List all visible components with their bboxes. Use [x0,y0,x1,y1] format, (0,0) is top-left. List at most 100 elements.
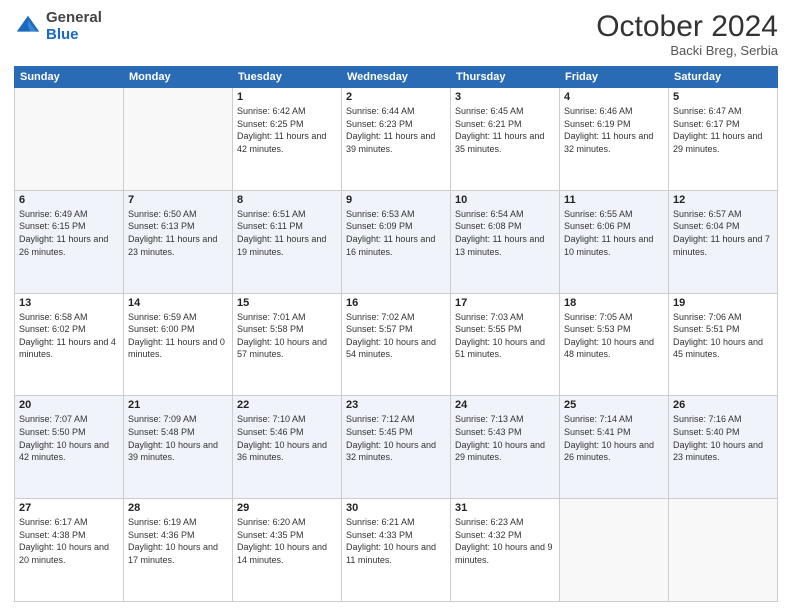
calendar-day-cell: 4 Sunrise: 6:46 AM Sunset: 6:19 PM Daylig… [560,88,669,191]
calendar-day-cell: 28 Sunrise: 6:19 AM Sunset: 4:36 PM Dayli… [124,499,233,602]
day-info: Sunrise: 6:57 AM Sunset: 6:04 PM Dayligh… [673,208,773,258]
day-info: Sunrise: 6:46 AM Sunset: 6:19 PM Dayligh… [564,105,664,155]
calendar-day-cell: 1Sunrise: 6:42 AM Sunset: 6:25 PM Daylig… [233,88,342,191]
day-number: 28 [128,502,228,514]
day-info: Sunrise: 6:17 AM Sunset: 4:38 PM Dayligh… [19,516,119,566]
day-number: 27 [19,502,119,514]
calendar-day-cell: 18 Sunrise: 7:05 AM Sunset: 5:53 PM Dayli… [560,293,669,396]
calendar-day-cell: 31Sunrise: 6:23 AM Sunset: 4:32 PM Dayli… [451,499,560,602]
calendar-day-cell: 6 Sunrise: 6:49 AM Sunset: 6:15 PM Daylig… [15,190,124,293]
calendar-day-cell: 15Sunrise: 7:01 AM Sunset: 5:58 PM Dayli… [233,293,342,396]
day-number: 11 [564,194,664,206]
calendar-table: SundayMondayTuesdayWednesdayThursdayFrid… [14,66,778,602]
day-info: Sunrise: 7:12 AM Sunset: 5:45 PM Dayligh… [346,413,446,463]
header: General Blue October 2024 Backi Breg, Se… [14,10,778,58]
day-info: Sunrise: 6:59 AM Sunset: 6:00 PM Dayligh… [128,311,228,361]
calendar-day-cell [124,88,233,191]
day-number: 24 [455,399,555,411]
day-number: 2 [346,91,446,103]
day-info: Sunrise: 7:06 AM Sunset: 5:51 PM Dayligh… [673,311,773,361]
day-info: Sunrise: 7:10 AM Sunset: 5:46 PM Dayligh… [237,413,337,463]
month-title: October 2024 [596,10,778,43]
calendar-day-cell: 23 Sunrise: 7:12 AM Sunset: 5:45 PM Dayli… [342,396,451,499]
calendar-day-cell: 11Sunrise: 6:55 AM Sunset: 6:06 PM Dayli… [560,190,669,293]
day-number: 12 [673,194,773,206]
day-info: Sunrise: 6:51 AM Sunset: 6:11 PM Dayligh… [237,208,337,258]
day-info: Sunrise: 6:53 AM Sunset: 6:09 PM Dayligh… [346,208,446,258]
calendar-day-cell: 22 Sunrise: 7:10 AM Sunset: 5:46 PM Dayli… [233,396,342,499]
day-info: Sunrise: 7:07 AM Sunset: 5:50 PM Dayligh… [19,413,119,463]
day-number: 26 [673,399,773,411]
day-number: 25 [564,399,664,411]
calendar-week-row: 27 Sunrise: 6:17 AM Sunset: 4:38 PM Dayli… [15,499,778,602]
calendar-day-cell: 29Sunrise: 6:20 AM Sunset: 4:35 PM Dayli… [233,499,342,602]
calendar-day-cell: 2 Sunrise: 6:44 AM Sunset: 6:23 PM Daylig… [342,88,451,191]
day-info: Sunrise: 6:19 AM Sunset: 4:36 PM Dayligh… [128,516,228,566]
calendar-col-header: Saturday [669,67,778,88]
calendar-day-cell: 19 Sunrise: 7:06 AM Sunset: 5:51 PM Dayli… [669,293,778,396]
calendar-day-cell: 13 Sunrise: 6:58 AM Sunset: 6:02 PM Dayli… [15,293,124,396]
calendar-day-cell: 12 Sunrise: 6:57 AM Sunset: 6:04 PM Dayli… [669,190,778,293]
day-number: 18 [564,297,664,309]
day-number: 9 [346,194,446,206]
calendar-day-cell: 14Sunrise: 6:59 AM Sunset: 6:00 PM Dayli… [124,293,233,396]
title-area: October 2024 Backi Breg, Serbia [596,10,778,58]
logo-general: General [46,9,102,26]
calendar-day-cell: 20 Sunrise: 7:07 AM Sunset: 5:50 PM Dayli… [15,396,124,499]
calendar-day-cell: 16Sunrise: 7:02 AM Sunset: 5:57 PM Dayli… [342,293,451,396]
calendar-week-row: 6 Sunrise: 6:49 AM Sunset: 6:15 PM Daylig… [15,190,778,293]
day-info: Sunrise: 6:21 AM Sunset: 4:33 PM Dayligh… [346,516,446,566]
day-number: 22 [237,399,337,411]
logo-blue: Blue [46,26,79,43]
calendar-day-cell [669,499,778,602]
day-number: 1 [237,91,337,103]
calendar-day-cell: 26 Sunrise: 7:16 AM Sunset: 5:40 PM Dayli… [669,396,778,499]
day-number: 20 [19,399,119,411]
day-number: 19 [673,297,773,309]
day-number: 7 [128,194,228,206]
day-info: Sunrise: 7:05 AM Sunset: 5:53 PM Dayligh… [564,311,664,361]
day-number: 8 [237,194,337,206]
day-info: Sunrise: 7:16 AM Sunset: 5:40 PM Dayligh… [673,413,773,463]
day-info: Sunrise: 7:13 AM Sunset: 5:43 PM Dayligh… [455,413,555,463]
calendar-week-row: 1Sunrise: 6:42 AM Sunset: 6:25 PM Daylig… [15,88,778,191]
calendar-day-cell: 17 Sunrise: 7:03 AM Sunset: 5:55 PM Dayli… [451,293,560,396]
day-number: 23 [346,399,446,411]
calendar-day-cell [15,88,124,191]
day-info: Sunrise: 6:47 AM Sunset: 6:17 PM Dayligh… [673,105,773,155]
calendar-day-cell: 30Sunrise: 6:21 AM Sunset: 4:33 PM Dayli… [342,499,451,602]
calendar-col-header: Wednesday [342,67,451,88]
day-info: Sunrise: 6:50 AM Sunset: 6:13 PM Dayligh… [128,208,228,258]
day-info: Sunrise: 6:58 AM Sunset: 6:02 PM Dayligh… [19,311,119,361]
calendar-col-header: Monday [124,67,233,88]
day-info: Sunrise: 6:23 AM Sunset: 4:32 PM Dayligh… [455,516,555,566]
logo: General Blue [14,10,102,43]
calendar-day-cell: 10 Sunrise: 6:54 AM Sunset: 6:08 PM Dayli… [451,190,560,293]
day-number: 10 [455,194,555,206]
day-number: 29 [237,502,337,514]
day-number: 5 [673,91,773,103]
calendar-col-header: Thursday [451,67,560,88]
calendar-day-cell: 9 Sunrise: 6:53 AM Sunset: 6:09 PM Daylig… [342,190,451,293]
day-info: Sunrise: 6:45 AM Sunset: 6:21 PM Dayligh… [455,105,555,155]
day-info: Sunrise: 7:03 AM Sunset: 5:55 PM Dayligh… [455,311,555,361]
calendar-col-header: Tuesday [233,67,342,88]
day-info: Sunrise: 7:02 AM Sunset: 5:57 PM Dayligh… [346,311,446,361]
day-info: Sunrise: 6:44 AM Sunset: 6:23 PM Dayligh… [346,105,446,155]
day-number: 6 [19,194,119,206]
day-info: Sunrise: 6:54 AM Sunset: 6:08 PM Dayligh… [455,208,555,258]
calendar-day-cell: 25 Sunrise: 7:14 AM Sunset: 5:41 PM Dayli… [560,396,669,499]
day-number: 4 [564,91,664,103]
calendar-day-cell [560,499,669,602]
day-number: 13 [19,297,119,309]
day-number: 3 [455,91,555,103]
calendar-day-cell: 24 Sunrise: 7:13 AM Sunset: 5:43 PM Dayli… [451,396,560,499]
calendar-day-cell: 3 Sunrise: 6:45 AM Sunset: 6:21 PM Daylig… [451,88,560,191]
day-info: Sunrise: 6:49 AM Sunset: 6:15 PM Dayligh… [19,208,119,258]
day-number: 17 [455,297,555,309]
day-info: Sunrise: 7:14 AM Sunset: 5:41 PM Dayligh… [564,413,664,463]
calendar-col-header: Friday [560,67,669,88]
page: General Blue October 2024 Backi Breg, Se… [0,0,792,612]
logo-text: General Blue [46,10,102,43]
calendar-week-row: 13 Sunrise: 6:58 AM Sunset: 6:02 PM Dayli… [15,293,778,396]
